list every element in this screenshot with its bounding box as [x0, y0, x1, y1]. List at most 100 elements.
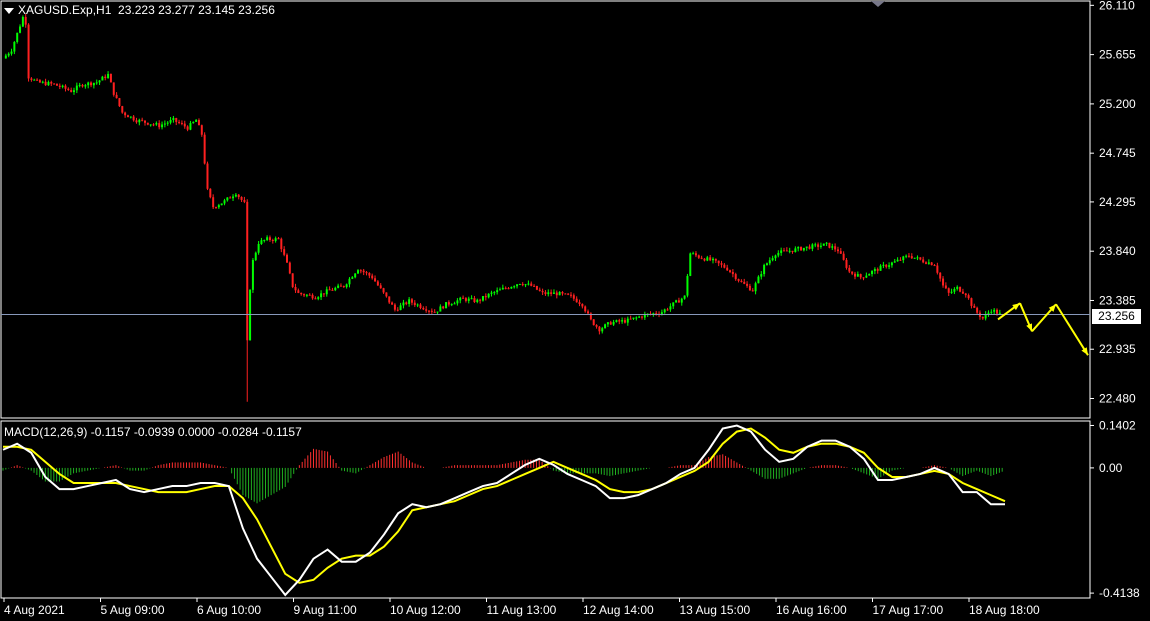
candle-body [27, 24, 30, 79]
candle-body [765, 263, 768, 265]
macd-pane-frame [0, 420, 1091, 599]
candle-body [36, 79, 39, 81]
candle-body [212, 197, 215, 208]
candle-body [376, 281, 379, 286]
candle-body [567, 293, 570, 295]
candle-body [197, 120, 200, 126]
candle-body [692, 253, 695, 255]
candle-body [822, 243, 825, 246]
candle-body [138, 119, 141, 123]
candle-body [791, 250, 794, 252]
candle-body [632, 317, 635, 319]
candle-body [976, 307, 979, 313]
candle-body [311, 294, 314, 299]
candle-body [953, 288, 956, 292]
candle-body [234, 194, 237, 197]
candle-body [169, 119, 172, 123]
candle-body [67, 88, 70, 91]
candle-body [533, 285, 536, 287]
candle-body [13, 42, 16, 52]
candle-body [98, 80, 101, 83]
candle-body [601, 328, 604, 332]
candle-body [291, 273, 294, 287]
chart-canvas[interactable]: 26.110 25.655 25.200 24.745 24.295 23.840 23.3… [0, 0, 1150, 621]
candle-body [410, 299, 413, 303]
candle-body [345, 284, 348, 287]
candle-body [339, 285, 342, 287]
candle-body [552, 292, 555, 294]
candle-body [254, 252, 257, 260]
candle-body [240, 196, 243, 200]
candle-body [61, 85, 64, 87]
candle-body [967, 295, 970, 299]
candle-body [10, 51, 13, 54]
candle-body [183, 123, 186, 127]
candle-body [328, 289, 331, 291]
candle-body [374, 278, 377, 282]
candle-body [53, 83, 56, 85]
candle-body [115, 94, 118, 99]
candle-body [249, 289, 252, 341]
time-tick-label: 16 Aug 16:00 [776, 603, 847, 617]
candle-body [320, 293, 323, 298]
candle-body [845, 259, 848, 268]
candle-body [800, 247, 803, 251]
candle-body [283, 249, 286, 255]
candle-body [581, 303, 584, 307]
candle-body [493, 292, 496, 294]
candle-body [814, 244, 817, 246]
candle-body [425, 309, 428, 311]
candle-body [919, 257, 922, 260]
candle-body [161, 124, 164, 128]
candle-body [246, 201, 249, 341]
candle-body [842, 253, 845, 260]
candle-body [808, 246, 811, 249]
candle-body [689, 253, 692, 276]
candle-body [135, 120, 138, 123]
candle-body [464, 298, 467, 301]
candle-body [243, 199, 246, 202]
candle-body [300, 292, 303, 295]
candle-body [623, 320, 626, 323]
candle-body [81, 84, 84, 87]
candle-body [109, 73, 112, 83]
candle-body [592, 319, 595, 326]
candle-body [342, 285, 345, 287]
current-price-label: 23.256 [1092, 309, 1141, 324]
candle-body [206, 163, 209, 189]
candle-body [859, 274, 862, 278]
candle-body [604, 324, 607, 329]
candle-body [132, 116, 135, 121]
candle-body [694, 253, 697, 256]
candle-body [817, 244, 820, 247]
candle-body [308, 294, 311, 296]
candle-body [544, 292, 547, 295]
candle-body [337, 285, 340, 288]
candle-body [609, 322, 612, 325]
candle-body [879, 265, 882, 271]
candle-body [663, 309, 666, 313]
dropdown-triangle-icon[interactable] [4, 7, 14, 14]
candle-body [518, 284, 521, 286]
candle-body [351, 277, 354, 279]
candle-body [516, 284, 519, 287]
candle-body [828, 242, 831, 248]
candle-body [172, 118, 175, 120]
candle-body [944, 285, 947, 289]
candle-body [399, 305, 402, 311]
candle-body [217, 205, 220, 208]
candle-body [314, 298, 317, 300]
candle-body [555, 292, 558, 296]
candle-body [868, 274, 871, 276]
candle-body [90, 82, 93, 86]
candle-body [101, 76, 104, 81]
candle-body [697, 255, 700, 258]
candle-body [237, 194, 240, 197]
candle-body [266, 237, 269, 240]
candle-body [947, 288, 950, 293]
candle-body [629, 318, 632, 320]
candle-body [680, 298, 683, 303]
macd-main-line [2, 424, 1005, 597]
trading-chart-window[interactable]: 26.110 25.655 25.200 24.745 24.295 23.840 23.3… [0, 0, 1150, 621]
candle-body [521, 284, 524, 286]
